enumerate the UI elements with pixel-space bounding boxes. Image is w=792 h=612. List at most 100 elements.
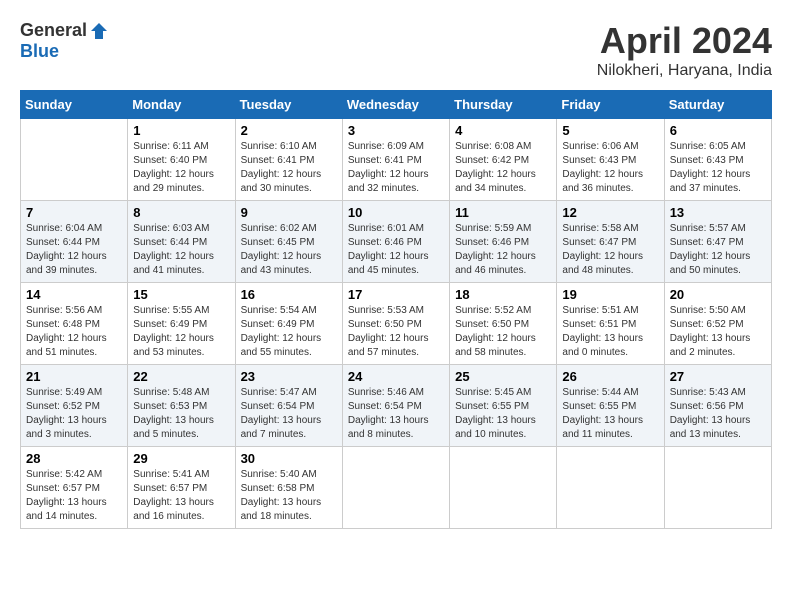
day-number: 27: [670, 369, 766, 384]
calendar-day-cell: 23 Sunrise: 5:47 AM Sunset: 6:54 PM Dayli…: [235, 365, 342, 447]
calendar-day-cell: 15 Sunrise: 5:55 AM Sunset: 6:49 PM Dayli…: [128, 283, 235, 365]
day-info: Sunrise: 6:10 AM Sunset: 6:41 PM Dayligh…: [241, 140, 337, 196]
calendar-day-cell: 9 Sunrise: 6:02 AM Sunset: 6:45 PM Daylig…: [235, 201, 342, 283]
day-info: Sunrise: 6:03 AM Sunset: 6:44 PM Dayligh…: [133, 222, 229, 278]
day-info: Sunrise: 5:56 AM Sunset: 6:48 PM Dayligh…: [26, 304, 122, 360]
calendar-day-cell: 14 Sunrise: 5:56 AM Sunset: 6:48 PM Dayli…: [21, 283, 128, 365]
day-info: Sunrise: 5:40 AM Sunset: 6:58 PM Dayligh…: [241, 468, 337, 524]
calendar-day-cell: 24Sunrise: 5:46 AM Sunset: 6:54 PM Dayli…: [342, 365, 449, 447]
day-header-saturday: Saturday: [664, 91, 771, 119]
day-number: 13: [670, 205, 766, 220]
calendar-day-cell: 11Sunrise: 5:59 AM Sunset: 6:46 PM Dayli…: [450, 201, 557, 283]
day-header-friday: Friday: [557, 91, 664, 119]
day-info: Sunrise: 5:57 AM Sunset: 6:47 PM Dayligh…: [670, 222, 766, 278]
month-title: April 2024: [597, 20, 772, 62]
day-info: Sunrise: 6:05 AM Sunset: 6:43 PM Dayligh…: [670, 140, 766, 196]
day-number: 10: [348, 205, 444, 220]
day-info: Sunrise: 5:46 AM Sunset: 6:54 PM Dayligh…: [348, 386, 444, 442]
day-info: Sunrise: 5:54 AM Sunset: 6:49 PM Dayligh…: [241, 304, 337, 360]
calendar-day-cell: 5Sunrise: 6:06 AM Sunset: 6:43 PM Daylig…: [557, 119, 664, 201]
calendar-week-row: 14 Sunrise: 5:56 AM Sunset: 6:48 PM Dayli…: [21, 283, 772, 365]
calendar-day-cell: 2 Sunrise: 6:10 AM Sunset: 6:41 PM Daylig…: [235, 119, 342, 201]
logo-icon: [89, 21, 109, 41]
day-info: Sunrise: 6:02 AM Sunset: 6:45 PM Dayligh…: [241, 222, 337, 278]
day-info: Sunrise: 6:06 AM Sunset: 6:43 PM Dayligh…: [562, 140, 658, 196]
page-header: General Blue April 2024 Nilokheri, Harya…: [20, 20, 772, 80]
calendar-table: SundayMondayTuesdayWednesdayThursdayFrid…: [20, 90, 772, 529]
calendar-day-cell: [342, 447, 449, 529]
day-info: Sunrise: 5:51 AM Sunset: 6:51 PM Dayligh…: [562, 304, 658, 360]
calendar-day-cell: 7Sunrise: 6:04 AM Sunset: 6:44 PM Daylig…: [21, 201, 128, 283]
day-number: 20: [670, 287, 766, 302]
day-info: Sunrise: 5:58 AM Sunset: 6:47 PM Dayligh…: [562, 222, 658, 278]
day-number: 1: [133, 123, 229, 138]
day-number: 22: [133, 369, 229, 384]
calendar-week-row: 7Sunrise: 6:04 AM Sunset: 6:44 PM Daylig…: [21, 201, 772, 283]
day-info: Sunrise: 5:55 AM Sunset: 6:49 PM Dayligh…: [133, 304, 229, 360]
day-number: 11: [455, 205, 551, 220]
calendar-day-cell: 13 Sunrise: 5:57 AM Sunset: 6:47 PM Dayli…: [664, 201, 771, 283]
day-info: Sunrise: 5:43 AM Sunset: 6:56 PM Dayligh…: [670, 386, 766, 442]
day-info: Sunrise: 6:01 AM Sunset: 6:46 PM Dayligh…: [348, 222, 444, 278]
day-number: 12: [562, 205, 658, 220]
calendar-day-cell: 22 Sunrise: 5:48 AM Sunset: 6:53 PM Dayli…: [128, 365, 235, 447]
day-number: 29: [133, 451, 229, 466]
calendar-day-cell: 4 Sunrise: 6:08 AM Sunset: 6:42 PM Daylig…: [450, 119, 557, 201]
day-number: 9: [241, 205, 337, 220]
calendar-day-cell: 16 Sunrise: 5:54 AM Sunset: 6:49 PM Dayli…: [235, 283, 342, 365]
day-number: 6: [670, 123, 766, 138]
day-number: 2: [241, 123, 337, 138]
calendar-day-cell: 6 Sunrise: 6:05 AM Sunset: 6:43 PM Daylig…: [664, 119, 771, 201]
day-number: 30: [241, 451, 337, 466]
day-header-wednesday: Wednesday: [342, 91, 449, 119]
calendar-day-cell: [450, 447, 557, 529]
calendar-day-cell: 10 Sunrise: 6:01 AM Sunset: 6:46 PM Dayli…: [342, 201, 449, 283]
day-info: Sunrise: 5:52 AM Sunset: 6:50 PM Dayligh…: [455, 304, 551, 360]
day-number: 17: [348, 287, 444, 302]
day-number: 14: [26, 287, 122, 302]
day-info: Sunrise: 6:09 AM Sunset: 6:41 PM Dayligh…: [348, 140, 444, 196]
day-number: 23: [241, 369, 337, 384]
day-number: 19: [562, 287, 658, 302]
day-header-thursday: Thursday: [450, 91, 557, 119]
calendar-day-cell: 1 Sunrise: 6:11 AM Sunset: 6:40 PM Daylig…: [128, 119, 235, 201]
calendar-day-cell: 21Sunrise: 5:49 AM Sunset: 6:52 PM Dayli…: [21, 365, 128, 447]
calendar-day-cell: [557, 447, 664, 529]
day-info: Sunrise: 5:47 AM Sunset: 6:54 PM Dayligh…: [241, 386, 337, 442]
day-number: 3: [348, 123, 444, 138]
day-info: Sunrise: 5:49 AM Sunset: 6:52 PM Dayligh…: [26, 386, 122, 442]
calendar-week-row: 1 Sunrise: 6:11 AM Sunset: 6:40 PM Daylig…: [21, 119, 772, 201]
day-info: Sunrise: 5:41 AM Sunset: 6:57 PM Dayligh…: [133, 468, 229, 524]
calendar-day-cell: 25Sunrise: 5:45 AM Sunset: 6:55 PM Dayli…: [450, 365, 557, 447]
calendar-day-cell: 29 Sunrise: 5:41 AM Sunset: 6:57 PM Dayli…: [128, 447, 235, 529]
calendar-day-cell: [21, 119, 128, 201]
day-info: Sunrise: 5:50 AM Sunset: 6:52 PM Dayligh…: [670, 304, 766, 360]
day-number: 25: [455, 369, 551, 384]
title-block: April 2024 Nilokheri, Haryana, India: [597, 20, 772, 80]
calendar-day-cell: 19 Sunrise: 5:51 AM Sunset: 6:51 PM Dayli…: [557, 283, 664, 365]
day-number: 15: [133, 287, 229, 302]
logo-general-text: General: [20, 20, 87, 41]
day-number: 26: [562, 369, 658, 384]
calendar-day-cell: 18 Sunrise: 5:52 AM Sunset: 6:50 PM Dayli…: [450, 283, 557, 365]
day-number: 7: [26, 205, 122, 220]
day-info: Sunrise: 5:42 AM Sunset: 6:57 PM Dayligh…: [26, 468, 122, 524]
location-text: Nilokheri, Haryana, India: [597, 62, 772, 80]
calendar-day-cell: 26 Sunrise: 5:44 AM Sunset: 6:55 PM Dayli…: [557, 365, 664, 447]
calendar-week-row: 21Sunrise: 5:49 AM Sunset: 6:52 PM Dayli…: [21, 365, 772, 447]
calendar-header-row: SundayMondayTuesdayWednesdayThursdayFrid…: [21, 91, 772, 119]
day-info: Sunrise: 5:44 AM Sunset: 6:55 PM Dayligh…: [562, 386, 658, 442]
day-info: Sunrise: 5:48 AM Sunset: 6:53 PM Dayligh…: [133, 386, 229, 442]
day-header-monday: Monday: [128, 91, 235, 119]
calendar-day-cell: 20 Sunrise: 5:50 AM Sunset: 6:52 PM Dayli…: [664, 283, 771, 365]
calendar-day-cell: 12 Sunrise: 5:58 AM Sunset: 6:47 PM Dayli…: [557, 201, 664, 283]
day-header-tuesday: Tuesday: [235, 91, 342, 119]
day-info: Sunrise: 6:08 AM Sunset: 6:42 PM Dayligh…: [455, 140, 551, 196]
day-number: 16: [241, 287, 337, 302]
day-number: 18: [455, 287, 551, 302]
calendar-day-cell: 30 Sunrise: 5:40 AM Sunset: 6:58 PM Dayli…: [235, 447, 342, 529]
day-number: 4: [455, 123, 551, 138]
calendar-week-row: 28Sunrise: 5:42 AM Sunset: 6:57 PM Dayli…: [21, 447, 772, 529]
day-info: Sunrise: 6:11 AM Sunset: 6:40 PM Dayligh…: [133, 140, 229, 196]
logo-blue-text: Blue: [20, 41, 59, 62]
